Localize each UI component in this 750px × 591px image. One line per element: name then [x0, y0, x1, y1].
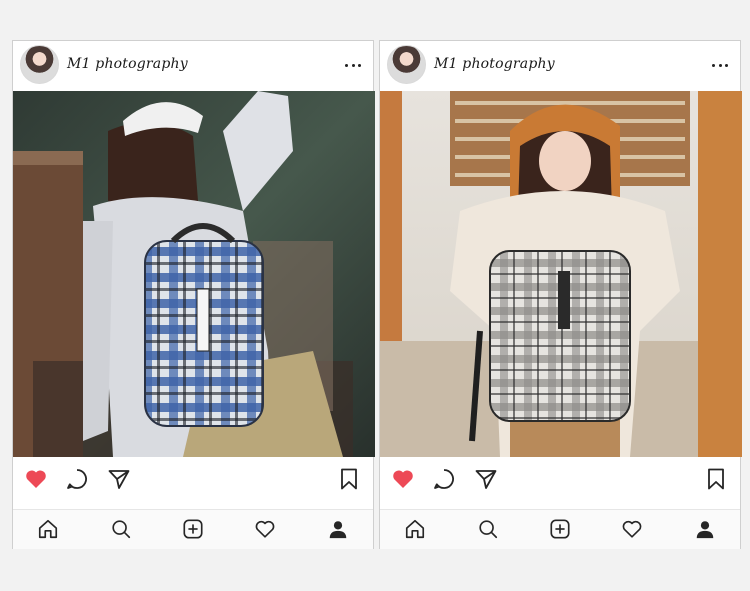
bottom-navigation: [13, 509, 373, 549]
home-icon[interactable]: [404, 518, 426, 540]
profile-icon[interactable]: [327, 518, 349, 540]
share-icon[interactable]: [474, 467, 498, 491]
add-post-icon[interactable]: [549, 518, 571, 540]
photo-illustration-backpack-rear: [13, 91, 375, 457]
avatar[interactable]: [20, 45, 59, 84]
activity-heart-icon[interactable]: [621, 518, 643, 540]
bookmark-icon[interactable]: [337, 467, 361, 491]
activity-heart-icon[interactable]: [254, 518, 276, 540]
instagram-post-mockups: M1 photography M1 photography: [0, 0, 750, 591]
profile-icon[interactable]: [694, 518, 716, 540]
heart-icon[interactable]: [391, 467, 415, 491]
post-header: M1 photography: [380, 41, 740, 91]
share-icon[interactable]: [107, 467, 131, 491]
more-options-icon[interactable]: [712, 57, 728, 73]
post-card-1: M1 photography: [12, 40, 375, 549]
account-name[interactable]: M1 photography: [67, 56, 188, 72]
comment-icon[interactable]: [65, 467, 89, 491]
post-header: M1 photography: [13, 41, 373, 91]
post-actions: [13, 457, 373, 509]
comment-icon[interactable]: [432, 467, 456, 491]
bookmark-icon[interactable]: [704, 467, 728, 491]
post-card-2: M1 photography: [379, 40, 742, 549]
post-photo[interactable]: [380, 91, 742, 457]
photo-illustration-backpack-front: [380, 91, 742, 457]
search-icon[interactable]: [110, 518, 132, 540]
add-post-icon[interactable]: [182, 518, 204, 540]
home-icon[interactable]: [37, 518, 59, 540]
search-icon[interactable]: [477, 518, 499, 540]
more-options-icon[interactable]: [345, 57, 361, 73]
account-name[interactable]: M1 photography: [434, 56, 555, 72]
post-actions: [380, 457, 740, 509]
heart-icon[interactable]: [24, 467, 48, 491]
post-photo[interactable]: [13, 91, 375, 457]
avatar[interactable]: [387, 45, 426, 84]
bottom-navigation: [380, 509, 740, 549]
